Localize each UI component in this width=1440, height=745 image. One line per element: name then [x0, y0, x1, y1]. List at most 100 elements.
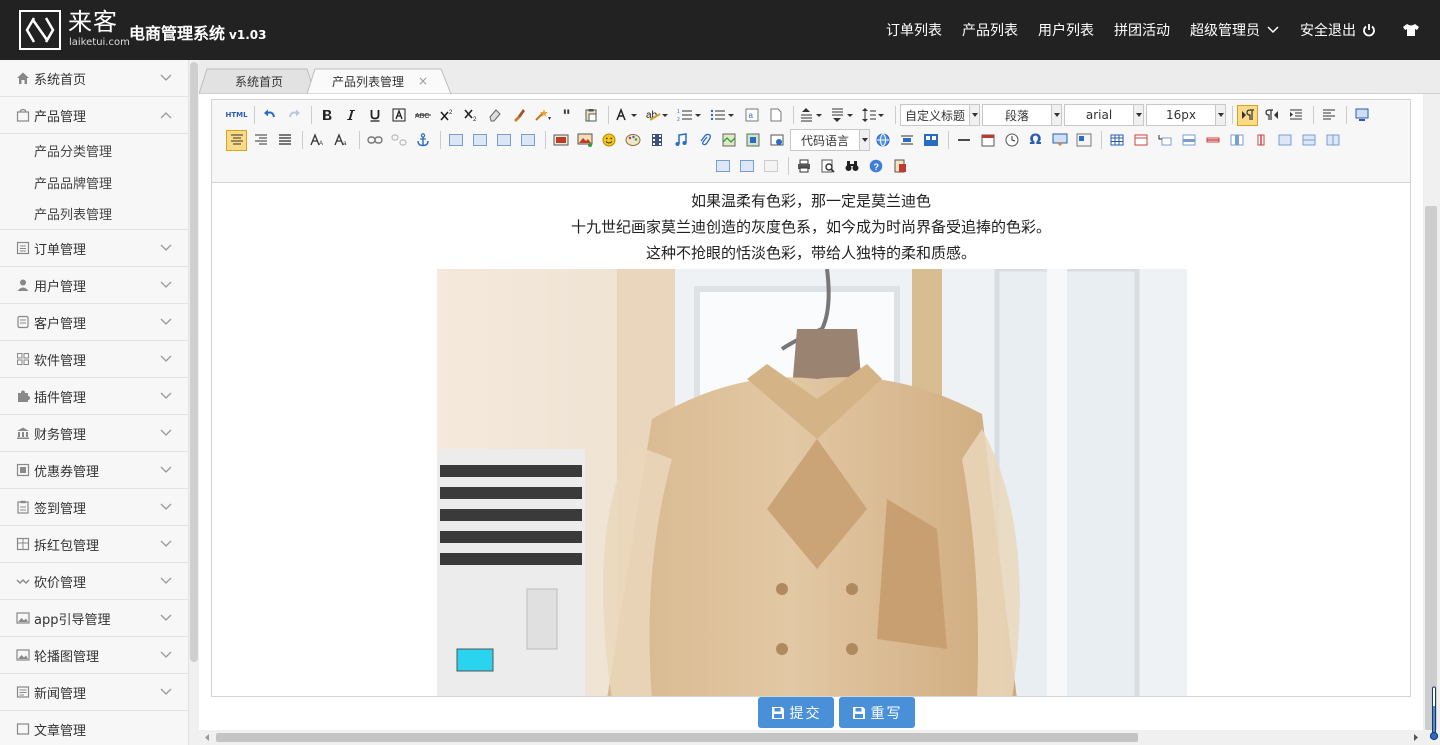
theme-button[interactable] [1396, 23, 1420, 37]
split-to-cols-button[interactable] [736, 156, 757, 177]
tab-home[interactable]: 系统首页 [199, 68, 319, 94]
map-button[interactable] [718, 130, 739, 151]
undo-button[interactable] [259, 105, 280, 126]
sidebar-item-coupons[interactable]: 优惠券管理 [0, 452, 188, 489]
image-center-button[interactable] [517, 130, 538, 151]
rtl-direction-button[interactable] [1261, 105, 1282, 126]
simple-upload-button[interactable] [550, 130, 571, 151]
merge-right-button[interactable] [1298, 130, 1319, 151]
template-button[interactable] [896, 130, 917, 151]
nav-admin-menu[interactable]: 超级管理员 [1190, 20, 1280, 40]
code-language-select[interactable]: 代码语言 [790, 129, 870, 151]
sidebar-item-carousel[interactable]: 轮播图管理 [0, 637, 188, 674]
page-break-button[interactable] [872, 130, 893, 151]
print-button[interactable] [793, 156, 814, 177]
superscript-button[interactable]: 2 [436, 105, 457, 126]
merge-down-button[interactable] [1322, 130, 1343, 151]
reset-button[interactable]: 重写 [839, 697, 915, 728]
horizontal-rule-button[interactable] [953, 130, 974, 151]
paste-plain-button[interactable] [580, 105, 601, 126]
nav-group-buy[interactable]: 拼团活动 [1114, 20, 1170, 40]
preview-button[interactable] [817, 156, 838, 177]
font-size-select[interactable]: 16px [1146, 104, 1226, 126]
sidebar-item-plugins[interactable]: 插件管理 [0, 378, 188, 415]
sidebar-item-red-packet[interactable]: 拆红包管理 [0, 526, 188, 563]
split-to-rows-button[interactable] [712, 156, 733, 177]
emotion-button[interactable] [598, 130, 619, 151]
insert-table-button[interactable] [1106, 130, 1127, 151]
justify-right-button[interactable] [250, 130, 271, 151]
special-char-button[interactable]: Ω [1025, 130, 1046, 151]
anchor-button[interactable] [412, 130, 433, 151]
font-border-button[interactable] [388, 105, 409, 126]
insert-row-button[interactable] [1178, 130, 1199, 151]
custom-heading-select[interactable]: 自定义标题 [900, 104, 980, 126]
fullscreen-button[interactable] [1351, 105, 1372, 126]
word-image-button[interactable] [1073, 130, 1094, 151]
auto-format-button[interactable] [532, 105, 553, 126]
align-left-button[interactable] [1318, 105, 1339, 126]
tab-product-list[interactable]: 产品列表管理 × [307, 68, 453, 94]
insert-frame-button[interactable] [766, 130, 787, 151]
split-to-cells-button[interactable] [760, 156, 781, 177]
underline-button[interactable] [364, 105, 385, 126]
image-none-button[interactable] [445, 130, 466, 151]
subscript-button[interactable]: 2 [460, 105, 481, 126]
sidebar-item-articles[interactable]: 文章管理 [0, 711, 188, 745]
bold-button[interactable] [316, 105, 337, 126]
font-color-button[interactable] [613, 105, 641, 126]
horizontal-scroll-thumb[interactable] [216, 733, 1138, 742]
highlight-button[interactable]: ab [644, 105, 672, 126]
sidebar-subitem-category[interactable]: 产品分类管理 [0, 134, 188, 166]
delete-col-button[interactable] [1250, 130, 1271, 151]
delete-row-button[interactable] [1202, 130, 1223, 151]
time-button[interactable] [1001, 130, 1022, 151]
date-button[interactable] [977, 130, 998, 151]
insert-paragraph-before-button[interactable] [1154, 130, 1175, 151]
sidebar-item-customers[interactable]: 客户管理 [0, 304, 188, 341]
background-button[interactable] [920, 130, 941, 151]
justify-center-button[interactable] [226, 129, 247, 151]
font-family-select[interactable]: arial [1064, 104, 1144, 126]
ordered-list-button[interactable]: 12 [675, 105, 705, 126]
strikethrough-button[interactable]: ABC [412, 105, 433, 126]
insert-music-button[interactable] [670, 130, 691, 151]
google-map-button[interactable] [742, 130, 763, 151]
sidebar-item-checkin[interactable]: 签到管理 [0, 489, 188, 526]
vertical-scroll-thumb[interactable] [1425, 206, 1437, 730]
insert-image-button[interactable] [574, 130, 595, 151]
merge-cells-button[interactable] [1274, 130, 1295, 151]
italic-button[interactable] [340, 105, 361, 126]
submit-button[interactable]: 提交 [758, 697, 834, 728]
sidebar-item-software[interactable]: 软件管理 [0, 341, 188, 378]
eraser-button[interactable] [484, 105, 505, 126]
blockquote-button[interactable]: " [556, 105, 577, 126]
sidebar-item-users[interactable]: 用户管理 [0, 267, 188, 304]
scrawl-button[interactable] [622, 130, 643, 151]
nav-order-list[interactable]: 订单列表 [886, 20, 942, 40]
row-spacing-top-button[interactable] [798, 105, 826, 126]
sidebar-subitem-product-list[interactable]: 产品列表管理 [0, 198, 188, 230]
text-box-button[interactable]: a [741, 105, 762, 126]
search-replace-button[interactable] [841, 156, 862, 177]
paragraph-select[interactable]: 段落 [982, 104, 1062, 126]
nav-logout[interactable]: 安全退出 [1300, 20, 1376, 40]
unordered-list-button[interactable] [708, 105, 738, 126]
ltr-direction-button[interactable] [1237, 104, 1258, 126]
sidebar-subitem-brand[interactable]: 产品品牌管理 [0, 166, 188, 198]
drafts-button[interactable] [889, 156, 910, 177]
image-right-button[interactable] [493, 130, 514, 151]
sidebar-item-products[interactable]: 产品管理 [0, 97, 188, 134]
sidebar-scroll-thumb[interactable] [190, 62, 198, 662]
html-source-button[interactable]: HTML [225, 105, 247, 126]
page-vertical-scrollbar[interactable] [1423, 94, 1440, 730]
sidebar-item-news[interactable]: 新闻管理 [0, 674, 188, 711]
tab-close-icon[interactable]: × [418, 74, 428, 88]
sidebar-item-finance[interactable]: 财务管理 [0, 415, 188, 452]
sidebar-item-bargain[interactable]: 砍价管理 [0, 563, 188, 600]
attachment-button[interactable] [694, 130, 715, 151]
sidebar-item-home[interactable]: 系统首页 [0, 60, 188, 97]
uppercase-button[interactable]: A [307, 130, 328, 151]
line-height-button[interactable] [860, 105, 888, 126]
new-document-button[interactable] [765, 105, 786, 126]
